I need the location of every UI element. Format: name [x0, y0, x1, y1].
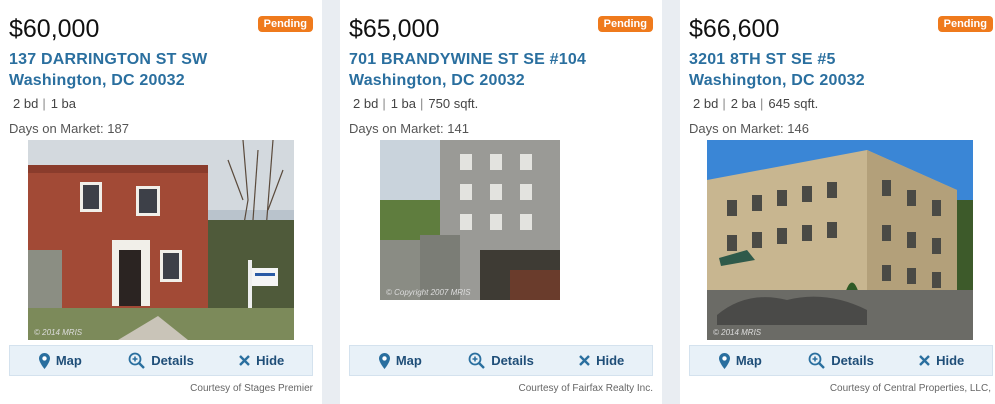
listing-card-3: $66,600 Pending 3201 8TH ST SE #5 Washin… — [680, 0, 995, 404]
listing-card-2: $65,000 Pending 701 BRANDYWINE ST SE #10… — [340, 0, 662, 404]
hide-button[interactable]: Hide — [211, 353, 312, 368]
close-x-icon — [919, 355, 930, 366]
hide-button[interactable]: Hide — [891, 353, 992, 368]
photo-watermark: © 2014 MRIS — [713, 328, 762, 337]
details-button[interactable]: Details — [111, 352, 212, 369]
hide-label: Hide — [936, 353, 965, 368]
listing-facts: 2 bd | 1 ba — [13, 96, 77, 111]
map-button[interactable]: Map — [350, 352, 451, 369]
listing-address[interactable]: 3201 8TH ST SE #5 Washington, DC 20032 — [689, 49, 865, 91]
address-line-1[interactable]: 137 DARRINGTON ST SW — [9, 49, 207, 70]
listing-facts: 2 bd | 1 ba | 750 sqft. — [353, 96, 479, 111]
map-button[interactable]: Map — [10, 352, 111, 369]
listing-photo[interactable]: © 2014 MRIS — [28, 140, 294, 340]
beds: 2 bd — [13, 96, 39, 111]
photo-watermark: © Copyright 2007 MRIS — [386, 288, 471, 297]
map-button[interactable]: Map — [690, 352, 791, 369]
listing-photo[interactable]: © Copyright 2007 MRIS — [380, 140, 560, 300]
address-line-2[interactable]: Washington, DC 20032 — [9, 70, 207, 91]
baths: 2 ba — [730, 96, 757, 111]
listing-price: $65,000 — [349, 15, 440, 43]
map-pin-icon — [378, 352, 390, 369]
baths: 1 ba — [50, 96, 77, 111]
listing-card-1: $60,000 Pending 137 DARRINGTON ST SW Was… — [0, 0, 322, 404]
magnify-plus-icon — [808, 352, 826, 369]
map-label: Map — [55, 353, 82, 368]
listing-photo[interactable]: © 2014 MRIS — [707, 140, 973, 340]
baths: 1 ba — [390, 96, 417, 111]
address-line-1[interactable]: 3201 8TH ST SE #5 — [689, 49, 865, 70]
condo-photo-illustration — [380, 140, 560, 300]
days-on-market: Days on Market: 146 — [689, 121, 809, 136]
listing-actions: Map Details Hide — [9, 345, 313, 376]
days-on-market: Days on Market: 141 — [349, 121, 469, 136]
details-label: Details — [151, 353, 194, 368]
photo-watermark: © 2014 MRIS — [34, 328, 83, 337]
sqft: 750 sqft. — [428, 96, 479, 111]
listing-address[interactable]: 137 DARRINGTON ST SW Washington, DC 2003… — [9, 49, 207, 91]
details-label: Details — [831, 353, 874, 368]
map-label: Map — [735, 353, 762, 368]
listing-facts: 2 bd | 2 ba | 645 sqft. — [693, 96, 819, 111]
hide-label: Hide — [256, 353, 285, 368]
house-photo-illustration — [28, 140, 294, 340]
days-on-market: Days on Market: 187 — [9, 121, 129, 136]
close-x-icon — [239, 355, 250, 366]
details-button[interactable]: Details — [791, 352, 892, 369]
status-badge: Pending — [937, 16, 993, 32]
beds: 2 bd — [693, 96, 719, 111]
courtesy-text: Courtesy of Central Properties, LLC, — [829, 383, 991, 394]
status-badge: Pending — [257, 16, 313, 32]
magnify-plus-icon — [468, 352, 486, 369]
magnify-plus-icon — [128, 352, 146, 369]
listing-price: $66,600 — [689, 15, 780, 43]
details-label: Details — [491, 353, 534, 368]
map-pin-icon — [718, 352, 730, 369]
map-pin-icon — [38, 352, 50, 369]
address-line-2[interactable]: Washington, DC 20032 — [689, 70, 865, 91]
listing-actions: Map Details Hide — [349, 345, 653, 376]
details-button[interactable]: Details — [451, 352, 552, 369]
address-line-1[interactable]: 701 BRANDYWINE ST SE #104 — [349, 49, 586, 70]
hide-label: Hide — [596, 353, 625, 368]
courtesy-text: Courtesy of Fairfax Realty Inc. — [518, 383, 654, 394]
address-line-2[interactable]: Washington, DC 20032 — [349, 70, 586, 91]
sqft: 645 sqft. — [768, 96, 819, 111]
status-badge: Pending — [597, 16, 653, 32]
hide-button[interactable]: Hide — [551, 353, 652, 368]
listing-address[interactable]: 701 BRANDYWINE ST SE #104 Washington, DC… — [349, 49, 586, 91]
close-x-icon — [579, 355, 590, 366]
apartment-photo-illustration — [707, 140, 973, 340]
listing-price: $60,000 — [9, 15, 100, 43]
courtesy-text: Courtesy of Stages Premier — [190, 383, 313, 394]
beds: 2 bd — [353, 96, 379, 111]
listing-actions: Map Details Hide — [689, 345, 993, 376]
map-label: Map — [395, 353, 422, 368]
